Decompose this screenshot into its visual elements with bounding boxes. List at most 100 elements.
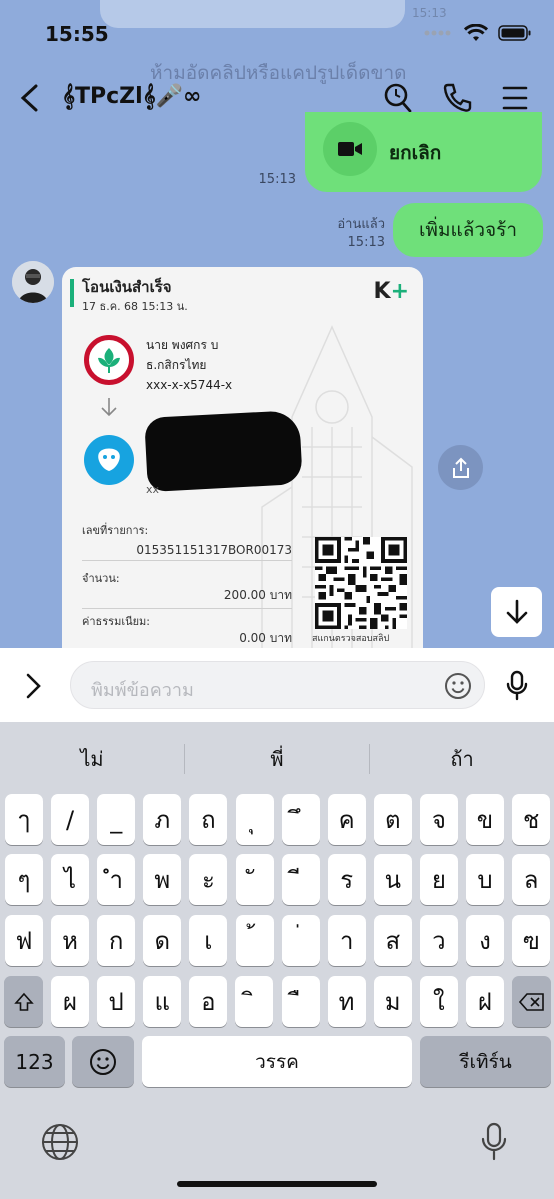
key-row1-5[interactable]: ถ (189, 794, 228, 845)
key-row2-9[interactable]: น (373, 854, 412, 905)
search-icon[interactable] (383, 82, 413, 114)
key-row3-5[interactable]: เ (189, 915, 228, 966)
ref-value: 015351151317BOR00173 (82, 543, 292, 561)
qr-caption: สแกนตรวจสอบสลิป (312, 634, 390, 644)
share-button[interactable] (438, 445, 483, 490)
numbers-key[interactable]: 123 (4, 1036, 65, 1087)
key-row3-12[interactable]: ฃ (512, 915, 551, 966)
key-row3-1[interactable]: ฟ (5, 915, 43, 966)
key-row2-12[interactable]: ล (512, 854, 551, 905)
key-row2-6[interactable]: ั (235, 854, 274, 905)
chevron-right-icon[interactable] (22, 672, 44, 700)
call-message-bubble[interactable]: ยกเลิก (305, 112, 542, 192)
key-row1-11[interactable]: ข (466, 794, 504, 845)
delete-key[interactable] (512, 976, 551, 1027)
menu-icon[interactable] (502, 82, 528, 114)
dictation-mic-icon[interactable] (480, 1122, 508, 1162)
key-row2-4[interactable]: พ (143, 854, 182, 905)
arrow-down-icon (506, 599, 527, 624)
status-time: 15:55 (45, 22, 109, 46)
avatar[interactable] (12, 261, 54, 303)
globe-icon[interactable] (40, 1122, 80, 1162)
emoji-keyboard-key[interactable] (72, 1036, 134, 1087)
scroll-to-bottom-button[interactable] (491, 587, 542, 637)
key-row2-2[interactable]: ไ (51, 854, 90, 905)
message-input[interactable]: พิมพ์ข้อความ (70, 661, 485, 709)
key-row3-8[interactable]: า (327, 915, 366, 966)
phone-icon[interactable] (442, 82, 472, 114)
share-icon (452, 457, 469, 478)
key-row2-1[interactable]: ๆ (5, 854, 43, 905)
amount-label: จำนวน: (82, 572, 120, 585)
chat-area: 15:13 ห้ามอัดคลิปหรือแคปรูปเด็ดขาด 15:55… (0, 0, 554, 648)
suggestion-1[interactable]: ไม่ (0, 734, 184, 784)
key-row3-3[interactable]: ก (97, 915, 136, 966)
call-label: ยกเลิก (389, 142, 442, 164)
key-row1-6[interactable]: ุ (235, 794, 274, 845)
key-row3-9[interactable]: ส (373, 915, 412, 966)
key-row1-3[interactable]: _ (97, 794, 136, 845)
key-row3-6[interactable]: ้ (235, 915, 274, 966)
signal-icon (424, 30, 451, 36)
suggestion-2[interactable]: พี่ (185, 734, 369, 784)
key-row3-7[interactable]: ่ (281, 915, 320, 966)
key-row4-6[interactable]: ื (281, 976, 320, 1027)
key-row4-10[interactable]: ฝ (465, 976, 504, 1027)
return-key[interactable]: รีเทิร์น (420, 1036, 551, 1087)
emoji-icon (90, 1048, 116, 1075)
key-row4-2[interactable]: ป (97, 976, 136, 1027)
key-row2-7[interactable]: ี (281, 854, 320, 905)
sender-info: นาย พงศกร บ ธ.กสิกรไทย xxx-x-x5744-x (146, 338, 233, 392)
emoji-icon[interactable] (444, 672, 472, 700)
key-row1-9[interactable]: ต (373, 794, 412, 845)
slip-title: โอนเงินสำเร็จ (82, 278, 172, 296)
key-row3-4[interactable]: ด (143, 915, 182, 966)
microphone-icon[interactable] (505, 670, 529, 702)
amount-value: 200.00 บาท (82, 586, 292, 609)
fee-label: ค่าธรรมเนียม: (82, 615, 150, 628)
status-bar: 15:55 (0, 0, 554, 70)
key-row4-1[interactable]: ผ (51, 976, 89, 1027)
key-row1-10[interactable]: จ (419, 794, 458, 845)
status-icons (424, 24, 532, 42)
back-arrow-icon[interactable] (18, 84, 42, 112)
key-row1-2[interactable]: / (51, 794, 90, 845)
chat-title[interactable]: 𝄞TPcZl𝄞🎤∞ (62, 84, 201, 109)
message-input-placeholder: พิมพ์ข้อความ (91, 680, 194, 701)
shift-key[interactable] (4, 976, 43, 1027)
key-row1-12[interactable]: ช (512, 794, 551, 845)
key-row4-9[interactable]: ใ (419, 976, 458, 1027)
key-row2-3[interactable]: ำ (97, 854, 136, 905)
key-row2-10[interactable]: ย (419, 854, 458, 905)
key-row2-11[interactable]: บ (466, 854, 504, 905)
slip-accent-bar (70, 279, 74, 307)
text-message-bubble[interactable]: เพิ่มแล้วจร้า (393, 203, 543, 257)
key-row3-2[interactable]: ห (51, 915, 90, 966)
key-row4-7[interactable]: ท (327, 976, 366, 1027)
key-row3-11[interactable]: ง (466, 915, 504, 966)
transfer-slip-image[interactable]: โอนเงินสำเร็จ 17 ธ.ค. 68 15:13 น. K+ นาย… (62, 267, 423, 648)
key-row4-8[interactable]: ม (373, 976, 412, 1027)
key-row4-4[interactable]: อ (189, 976, 228, 1027)
message-input-bar: พิมพ์ข้อความ (0, 648, 554, 722)
video-call-icon-circle (323, 122, 377, 176)
key-row2-8[interactable]: ร (327, 854, 366, 905)
key-row2-5[interactable]: ะ (189, 854, 228, 905)
battery-icon (498, 25, 531, 41)
key-row4-5[interactable]: ิ (235, 976, 274, 1027)
avatar-image (12, 261, 54, 303)
key-row4-3[interactable]: แ (143, 976, 182, 1027)
key-row1-8[interactable]: ค (327, 794, 366, 845)
redacted-receiver (144, 409, 303, 493)
key-row3-10[interactable]: ว (419, 915, 458, 966)
key-row1-7[interactable]: ึ (281, 794, 320, 845)
key-row1-1[interactable]: ๅ (5, 794, 43, 845)
space-key[interactable]: วรรค (142, 1036, 412, 1087)
shift-icon (13, 992, 34, 1011)
slip-date: 17 ธ.ค. 68 15:13 น. (82, 300, 188, 313)
wifi-icon (464, 24, 488, 41)
qr-code-icon (315, 537, 407, 629)
key-row1-4[interactable]: ภ (143, 794, 182, 845)
suggestion-3[interactable]: ถ้า (370, 734, 554, 784)
receiver-account-peek: xx (146, 483, 160, 496)
